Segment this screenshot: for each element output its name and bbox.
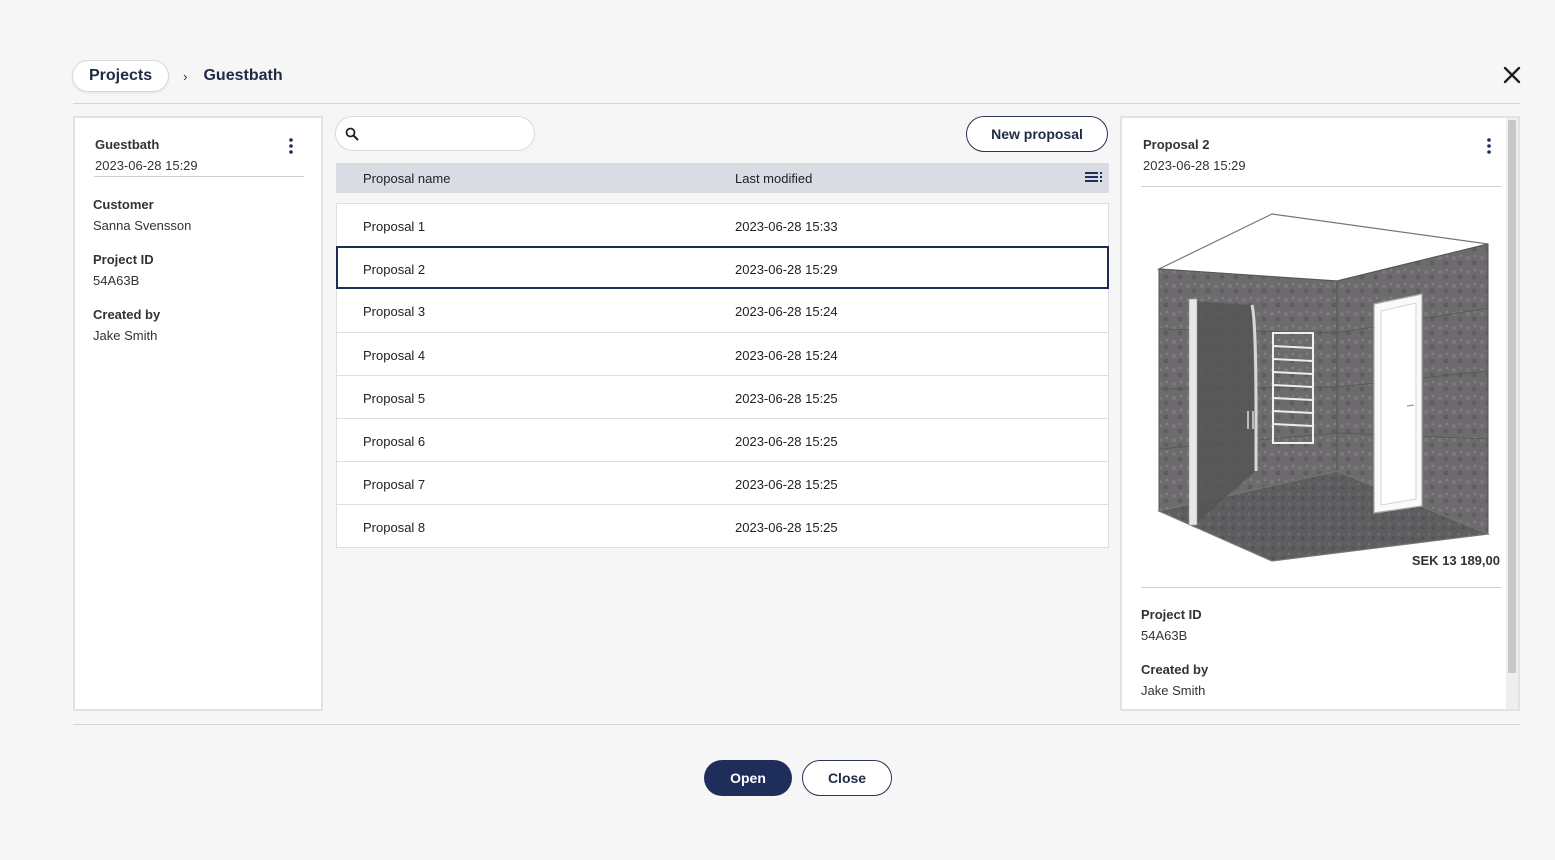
proposal-list: Proposal 1 2023-06-28 15:33 Proposal 2 2… [336,203,1109,548]
proposal-modified: 2023-06-28 15:25 [735,477,838,492]
proposal-modified: 2023-06-28 15:29 [735,262,838,277]
search-icon [345,127,359,141]
proposal-name: Proposal 5 [363,391,426,406]
proposal-modified: 2023-06-28 15:25 [735,520,838,535]
preview-project-id-value: 54A63B [1141,628,1188,643]
proposal-name: Proposal 7 [363,477,426,492]
project-id-value: 54A63B [93,273,140,288]
more-vertical-icon[interactable] [1481,136,1497,156]
search-input[interactable] [364,123,528,147]
created-by-label: Created by [93,307,161,322]
table-row[interactable]: Proposal 3 2023-06-28 15:24 [336,289,1109,332]
more-vertical-icon[interactable] [283,136,299,156]
proposal-name: Proposal 2 [363,262,426,277]
proposal-modified: 2023-06-28 15:24 [735,304,838,319]
customer-value: Sanna Svensson [93,218,192,233]
table-row[interactable]: Proposal 6 2023-06-28 15:25 [336,418,1109,461]
project-name: Guestbath [95,137,160,152]
breadcrumb: Projects › Guestbath [72,59,283,93]
preview-title: Proposal 2 [1143,137,1210,152]
preview-created-by-label: Created by [1141,662,1209,677]
proposal-name: Proposal 6 [363,434,426,449]
new-proposal-button[interactable]: New proposal [966,116,1108,152]
bathroom-render-image [1156,213,1491,562]
proposal-name: Proposal 1 [363,219,426,234]
project-info-divider [94,176,304,177]
preview-scrollbar-thumb[interactable] [1508,120,1516,673]
column-header-modified[interactable]: Last modified [735,171,812,186]
preview-modified: 2023-06-28 15:29 [1143,158,1246,173]
proposal-modified: 2023-06-28 15:33 [735,219,838,234]
created-by-value: Jake Smith [93,328,158,343]
table-row[interactable]: Proposal 5 2023-06-28 15:25 [336,375,1109,418]
proposal-preview-panel: Proposal 2 2023-06-28 15:29 SEK 13 189,0… [1120,116,1520,711]
proposal-name: Proposal 3 [363,304,426,319]
column-menu-icon[interactable] [1085,171,1103,185]
table-row-selected[interactable]: Proposal 2 2023-06-28 15:29 [336,246,1109,289]
preview-divider [1141,587,1501,588]
proposal-modified: 2023-06-28 15:25 [735,391,838,406]
breadcrumb-current: Guestbath [203,67,283,84]
table-row[interactable]: Proposal 7 2023-06-28 15:25 [336,461,1109,504]
proposal-modified: 2023-06-28 15:25 [735,434,838,449]
table-row[interactable]: Proposal 1 2023-06-28 15:33 [336,203,1109,246]
proposal-name: Proposal 8 [363,520,426,535]
preview-project-id-label: Project ID [1141,607,1202,622]
footer-divider [73,724,1520,725]
project-id-label: Project ID [93,252,154,267]
preview-created-by-value: Jake Smith [1141,683,1206,698]
project-info-panel: Guestbath 2023-06-28 15:29 Customer Sann… [73,116,323,711]
customer-label: Customer [93,197,154,212]
header-divider [73,103,1520,104]
table-row[interactable]: Proposal 4 2023-06-28 15:24 [336,332,1109,375]
close-button[interactable]: Close [802,760,892,796]
proposal-modified: 2023-06-28 15:24 [735,348,838,363]
search-box [335,116,535,151]
proposal-name: Proposal 4 [363,348,426,363]
preview-divider [1141,186,1501,187]
project-modified: 2023-06-28 15:29 [95,158,198,173]
column-header-name[interactable]: Proposal name [363,171,450,186]
close-icon[interactable] [1500,63,1524,87]
preview-scrollbar[interactable] [1506,118,1518,709]
open-button[interactable]: Open [704,760,792,796]
chevron-right-icon: › [183,68,188,84]
preview-price: SEK 13 189,00 [1411,553,1500,568]
table-header: Proposal name Last modified [336,163,1109,193]
breadcrumb-projects-button[interactable]: Projects [72,60,170,92]
table-row[interactable]: Proposal 8 2023-06-28 15:25 [336,504,1109,548]
